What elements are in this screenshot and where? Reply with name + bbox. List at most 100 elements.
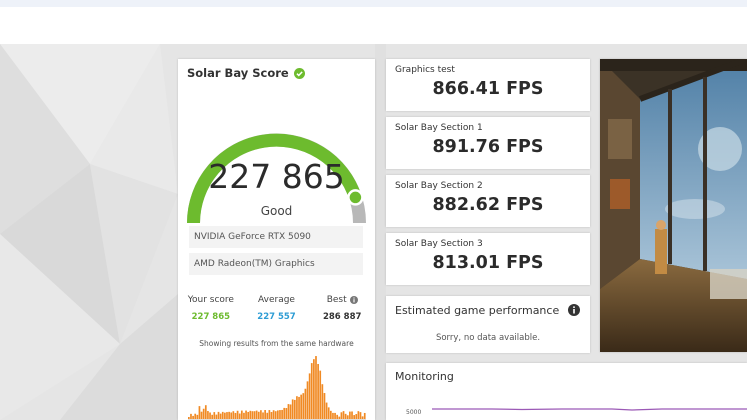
histogram-bar bbox=[296, 396, 298, 419]
histogram-bar bbox=[308, 373, 311, 419]
histogram-bar bbox=[319, 370, 322, 419]
histogram-bar bbox=[353, 415, 355, 419]
histogram-bar bbox=[207, 411, 209, 419]
stat-best: Best 286 887 bbox=[322, 295, 362, 322]
histogram-bar bbox=[196, 414, 199, 419]
histogram-bar bbox=[198, 406, 201, 419]
histogram-bar bbox=[277, 410, 279, 419]
histogram-bar bbox=[334, 412, 336, 419]
histogram-bar bbox=[310, 363, 313, 419]
histogram-bar bbox=[192, 415, 194, 419]
info-icon[interactable] bbox=[349, 296, 358, 304]
estimated-performance-card: Estimated game performance Sorry, no dat… bbox=[386, 296, 590, 353]
top-band bbox=[0, 0, 747, 7]
histogram-bar bbox=[194, 413, 197, 419]
hardware-gpu: NVIDIA GeForce RTX 5090 bbox=[189, 226, 363, 248]
histogram-bar bbox=[228, 411, 230, 419]
histogram-bar bbox=[238, 413, 241, 419]
histogram-bar bbox=[351, 411, 353, 419]
histogram-bar bbox=[313, 359, 315, 419]
histogram-bar bbox=[285, 408, 288, 419]
histogram-bar bbox=[230, 412, 233, 419]
histogram-bar bbox=[355, 414, 358, 419]
histogram-bar bbox=[234, 412, 237, 419]
histogram-bar bbox=[327, 407, 330, 419]
histogram-bar bbox=[240, 410, 243, 419]
histogram-bar bbox=[338, 416, 341, 419]
check-circle-icon bbox=[293, 67, 305, 79]
histogram-bar bbox=[306, 381, 309, 419]
histogram-bar bbox=[304, 388, 307, 419]
monitoring-card: Monitoring 5000 bbox=[386, 363, 747, 420]
histogram-bar bbox=[247, 411, 250, 419]
histogram-caption: Showing results from the same hardware bbox=[199, 339, 354, 348]
histogram-bar bbox=[289, 404, 292, 419]
histogram-bar bbox=[272, 410, 275, 419]
histogram-bar bbox=[274, 411, 277, 419]
histogram-bar bbox=[224, 412, 226, 419]
score-value: 227 865 bbox=[208, 157, 345, 196]
histogram-bar bbox=[357, 411, 360, 419]
histogram-bar bbox=[283, 407, 286, 419]
histogram-bar bbox=[200, 411, 203, 419]
histogram-bar bbox=[359, 412, 362, 419]
histogram-bar bbox=[264, 410, 266, 419]
histogram-bar bbox=[361, 416, 364, 419]
histogram-bar bbox=[211, 414, 214, 419]
histogram-bar bbox=[255, 410, 258, 419]
histogram-bar bbox=[349, 411, 351, 419]
histogram-bar bbox=[268, 410, 271, 419]
histogram-bar bbox=[213, 412, 216, 419]
benchmark-artwork bbox=[600, 59, 747, 352]
test-card-section-2: Solar Bay Section 2 882.62 FPS bbox=[386, 175, 590, 227]
header-bar bbox=[0, 7, 747, 44]
histogram-bar bbox=[257, 411, 260, 419]
stat-your-score: Your score 227 865 bbox=[187, 295, 234, 322]
histogram-bar bbox=[298, 396, 300, 419]
histogram-bar bbox=[270, 412, 273, 419]
histogram-bar bbox=[340, 412, 343, 419]
histogram-bar bbox=[245, 410, 247, 419]
histogram-bar bbox=[325, 402, 328, 419]
histogram-bar bbox=[336, 414, 339, 419]
histogram-bar bbox=[302, 393, 305, 419]
test-card-graphics: Graphics test 866.41 FPS bbox=[386, 59, 590, 111]
histogram-bar bbox=[279, 410, 281, 419]
histogram-bar bbox=[243, 412, 245, 419]
histogram-bar bbox=[251, 411, 254, 419]
score-histogram bbox=[188, 356, 366, 420]
histogram-bar bbox=[215, 414, 218, 419]
histogram-bar bbox=[221, 411, 224, 419]
hardware-igpu: AMD Radeon(TM) Graphics bbox=[189, 253, 363, 275]
score-stats: Your score 227 865 Average 227 557 Best … bbox=[178, 295, 375, 322]
stat-average: Average 227 557 bbox=[257, 295, 296, 322]
histogram-bar bbox=[332, 412, 334, 419]
histogram-bar bbox=[321, 384, 324, 419]
histogram-bar bbox=[232, 411, 235, 419]
histogram-bar bbox=[236, 410, 239, 419]
histogram-bar bbox=[293, 399, 296, 419]
test-card-section-3: Solar Bay Section 3 813.01 FPS bbox=[386, 233, 590, 285]
histogram-bar bbox=[300, 394, 303, 419]
histogram-bar bbox=[204, 405, 207, 419]
histogram-bar bbox=[249, 410, 252, 419]
score-title: Solar Bay Score bbox=[187, 66, 305, 80]
monitoring-axis-tick: 5000 bbox=[406, 409, 422, 416]
info-icon[interactable] bbox=[568, 304, 580, 316]
score-card: Solar Bay Score 227 865 Good NVIDIA GeFo… bbox=[178, 59, 375, 420]
histogram-bar bbox=[281, 409, 283, 419]
histogram-bar bbox=[226, 412, 228, 419]
histogram-bar bbox=[346, 415, 349, 419]
histogram-bar bbox=[190, 413, 192, 419]
histogram-bar bbox=[323, 393, 326, 419]
histogram-bar bbox=[266, 412, 269, 419]
histogram-bar bbox=[219, 413, 222, 419]
histogram-bar bbox=[317, 363, 319, 419]
histogram-bar bbox=[217, 411, 220, 419]
histogram-bar bbox=[262, 412, 264, 419]
histogram-bar bbox=[329, 410, 332, 419]
histogram-bar bbox=[202, 408, 205, 419]
score-rating: Good bbox=[260, 204, 293, 218]
histogram-bar bbox=[291, 399, 294, 419]
histogram-bar bbox=[209, 412, 211, 419]
